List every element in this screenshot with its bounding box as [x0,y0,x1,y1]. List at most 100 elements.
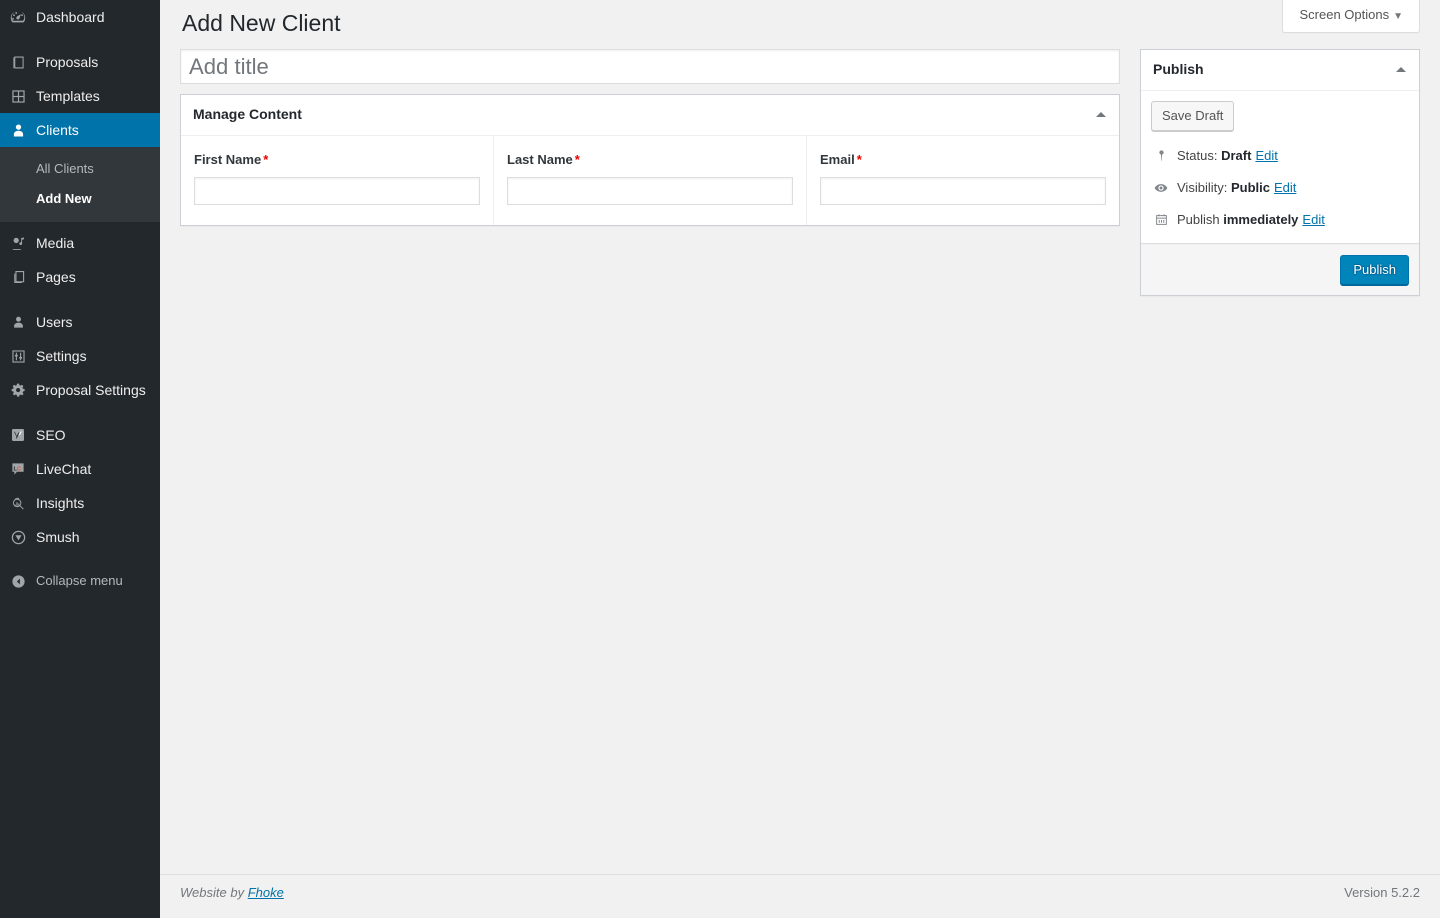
manage-content-fields: First Name * Last Name * Email * [181,135,1119,225]
screen-meta-links: Screen Options ▼ [1282,0,1420,34]
email-label: Email * [820,152,1106,167]
admin-footer: Website by Fhoke Version 5.2.2 [160,874,1440,918]
sidebar-item-settings[interactable]: Settings [0,339,160,373]
sidebar-item-proposal-settings[interactable]: Proposal Settings [0,373,160,407]
dashboard-icon [0,8,36,26]
email-label-text: Email [820,151,855,167]
page-title: Add New Client [182,10,341,36]
first-name-input[interactable] [194,176,480,205]
footer-credit-prefix: Website by [180,885,245,900]
footer-version: Version 5.2.2 [1344,885,1420,900]
screen-options-label: Screen Options [1299,7,1390,22]
sidebar-item-seo[interactable]: SEO [0,418,160,452]
sidebar-item-media[interactable]: Media [0,226,160,260]
sidebar-item-all-clients[interactable]: All Clients [0,154,160,184]
publish-button[interactable]: Publish [1340,255,1409,286]
admin-sidebar: Dashboard Proposals Templates Clients Al… [0,0,168,918]
post-schedule-row: Publish immediately Edit [1151,205,1409,237]
sidebar-separator [0,407,160,418]
wp-body-content: Add New Client Manage Content [160,0,1440,297]
save-draft-button[interactable]: Save Draft [1151,100,1235,131]
sidebar-item-label: Users [36,314,73,330]
sidebar-item-label: Templates [36,88,100,104]
post-status-text: Status: Draft Edit [1177,147,1278,165]
manage-content-toggle-button[interactable] [1083,95,1119,135]
sidebar-item-label: Smush [36,529,80,545]
manage-content-header[interactable]: Manage Content [181,95,1119,136]
visibility-eye-icon [1151,180,1171,196]
manage-content-title: Manage Content [193,106,302,122]
title-field-wrapper [180,49,1120,84]
chevron-up-icon [1096,112,1106,118]
sidebar-item-label: Proposal Settings [36,382,146,398]
sidebar-item-pages[interactable]: Pages [0,260,160,294]
sidebar-item-users[interactable]: Users [0,305,160,339]
post-body-content: Manage Content First Name* [180,49,1120,246]
sidebar-item-label: Clients [36,122,79,138]
edit-visibility-link[interactable]: Edit [1274,180,1296,195]
sidebar-item-label: Pages [36,269,76,285]
schedule-value: immediately [1223,211,1299,227]
post-status-row: Status: Draft Edit [1151,141,1409,173]
post-schedule-text: Publish immediately Edit [1177,211,1325,229]
user-icon [0,122,36,139]
schedule-prefix: Publish [1177,211,1220,227]
chevron-up-icon [1396,67,1406,73]
post-visibility-row: Visibility: Public Edit [1151,173,1409,205]
sidebar-separator [0,34,160,45]
required-asterisk: * [856,151,862,167]
required-asterisk: * [574,151,580,167]
gear-icon [0,382,36,399]
manage-content-metabox: Manage Content First Name * Last Name * … [180,94,1120,226]
sidebar-item-add-new[interactable]: Add New [0,184,160,214]
sidebar-item-insights[interactable]: Insights [0,486,160,520]
required-asterisk: * [263,151,269,167]
edit-status-link[interactable]: Edit [1255,148,1277,163]
edit-schedule-link[interactable]: Edit [1302,212,1324,227]
calendar-icon [1151,212,1171,227]
email-input[interactable] [820,176,1106,205]
minor-publishing-actions: Save Draft [1151,100,1409,141]
postbox-container-side: Publish Save Draft Status: Draft Edit Vi… [1140,49,1420,316]
sidebar-item-clients[interactable]: Clients [0,113,168,147]
publish-inside: Save Draft Status: Draft Edit Visibility… [1141,91,1419,296]
first-name-label: First Name * [194,152,480,167]
sidebar-subitem-label: All Clients [36,161,94,176]
insights-icon [0,495,36,512]
wp-content-area: Screen Options▼ Add New Client Manage Co… [160,0,1440,918]
misc-publishing-actions: Status: Draft Edit Visibility: Public Ed… [1151,141,1409,244]
sidebar-item-templates[interactable]: Templates [0,79,160,113]
yoast-seo-icon [0,427,36,443]
sidebar-item-label: Media [36,235,75,251]
sidebar-item-proposals[interactable]: Proposals [0,45,160,79]
screen-options-button[interactable]: Screen Options ▼ [1282,0,1420,34]
post-title-input[interactable] [180,49,1120,84]
sliders-icon [0,348,36,365]
active-menu-arrow [160,122,168,138]
collapse-arrow-icon [0,573,36,590]
sidebar-item-label: Proposals [36,54,99,70]
smush-icon [0,529,36,546]
collapse-menu-button[interactable]: Collapse menu [0,564,160,598]
users-icon [0,314,36,331]
publish-toggle-button[interactable] [1383,50,1419,90]
field-group-first-name: First Name * [181,135,494,225]
post-status-value: Draft [1221,147,1252,163]
sidebar-item-label: Settings [36,348,87,364]
sidebar-item-dashboard[interactable]: Dashboard [0,0,160,34]
major-publishing-actions: Publish [1141,244,1419,296]
grid-icon [0,88,36,105]
post-status-prefix: Status: [1177,147,1218,163]
pages-icon [0,269,36,286]
book-icon [0,54,36,71]
last-name-input[interactable] [507,176,793,205]
publish-header[interactable]: Publish [1141,50,1419,91]
sidebar-item-smush[interactable]: Smush [0,520,160,554]
footer-credit: Website by Fhoke [180,885,284,900]
svg-text:C: C [17,466,22,472]
footer-credit-link[interactable]: Fhoke [248,885,284,900]
post-status-icon [1151,148,1171,163]
sidebar-item-livechat[interactable]: LC LiveChat [0,452,160,486]
chevron-down-icon: ▼ [1393,11,1403,22]
publish-box-title: Publish [1153,61,1204,77]
